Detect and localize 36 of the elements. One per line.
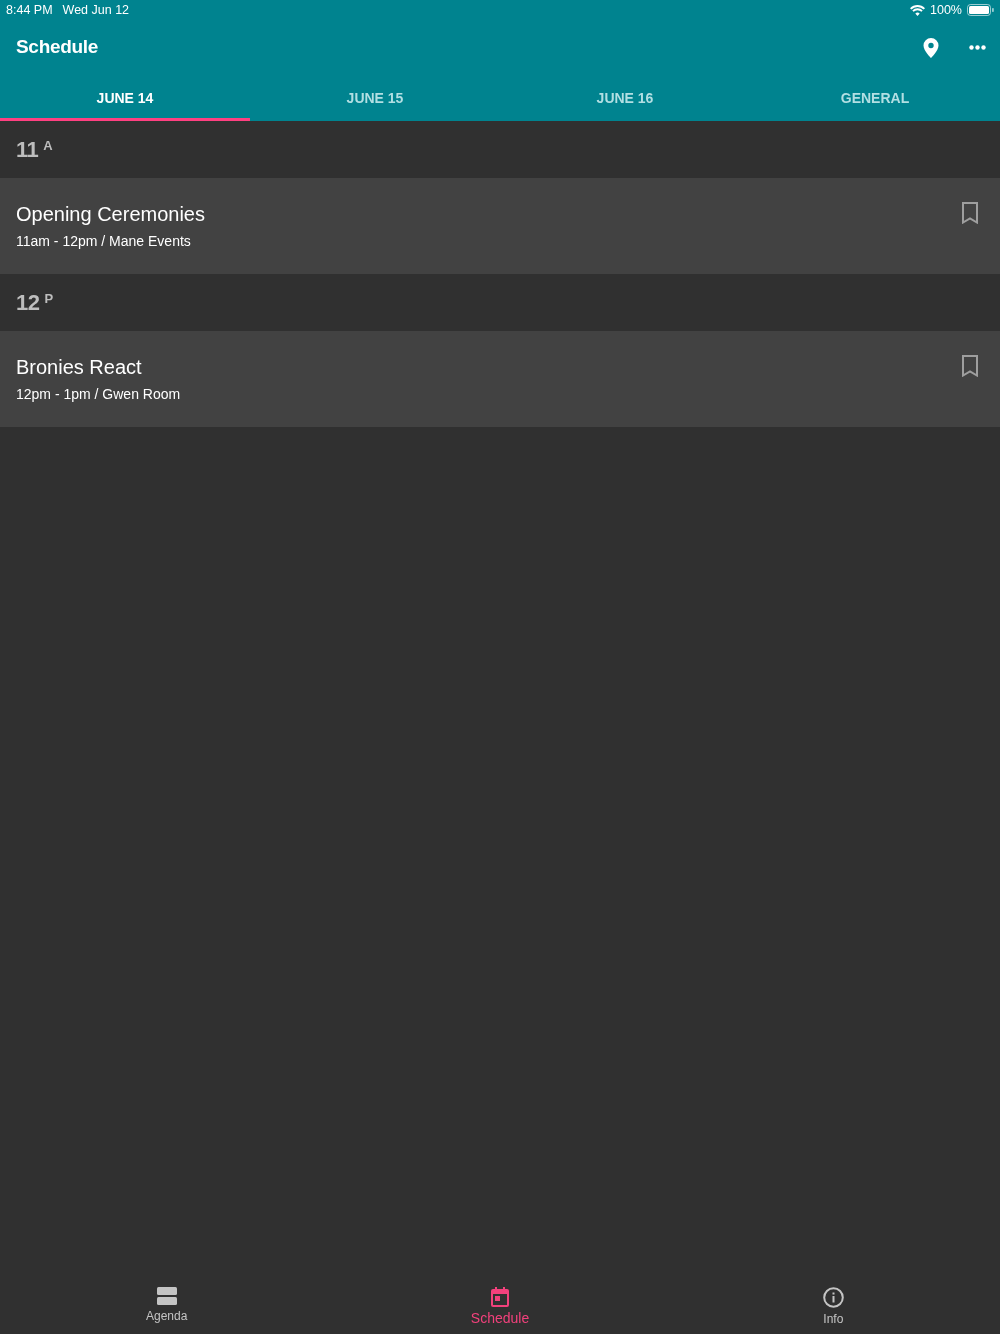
event-row[interactable]: Opening Ceremonies 11am - 12pm / Mane Events <box>0 178 1000 274</box>
event-row[interactable]: Bronies React 12pm - 1pm / Gwen Room <box>0 331 1000 427</box>
info-icon <box>822 1287 844 1308</box>
nav-item[interactable]: Schedule <box>333 1274 667 1334</box>
hour-label: 12 <box>16 289 40 317</box>
nav-item[interactable]: Info <box>666 1274 1000 1334</box>
date-tab[interactable]: JUNE 16 <box>500 75 750 121</box>
battery-icon <box>967 4 994 16</box>
bookmark-button[interactable] <box>961 202 979 224</box>
meridiem-label: A <box>43 136 53 155</box>
stacked-bars-icon <box>156 1287 177 1305</box>
bookmark-button[interactable] <box>961 355 979 377</box>
nav-label: Info <box>823 1311 844 1328</box>
calendar-icon <box>491 1287 509 1307</box>
hour-label: 11 <box>16 136 39 164</box>
more-dots-icon <box>969 45 986 50</box>
meridiem-label: P <box>44 289 54 308</box>
event-details: 11am - 12pm / Mane Events <box>16 232 192 250</box>
bookmark-icon <box>961 202 979 224</box>
status-date: Wed Jun 12 <box>62 1 130 19</box>
event-details: 12pm - 1pm / Gwen Room <box>16 385 181 403</box>
battery-percent: 100% <box>930 1 962 19</box>
map-pin-icon <box>923 37 939 58</box>
more-options-button[interactable] <box>969 45 986 50</box>
map-pin-button[interactable] <box>923 37 939 58</box>
screen-title: Schedule <box>16 35 99 60</box>
nav-label: Agenda <box>145 1308 188 1325</box>
nav-item[interactable]: Agenda <box>0 1274 334 1334</box>
wifi-icon <box>910 4 925 16</box>
event-title: Opening Ceremonies <box>16 203 205 225</box>
date-tab[interactable]: JUNE 15 <box>250 75 500 121</box>
event-title: Bronies React <box>16 356 143 378</box>
nav-label: Schedule <box>470 1310 530 1327</box>
bookmark-icon <box>961 355 979 377</box>
date-tab[interactable]: GENERAL <box>750 75 1000 121</box>
status-time: 8:44 PM <box>6 1 53 19</box>
